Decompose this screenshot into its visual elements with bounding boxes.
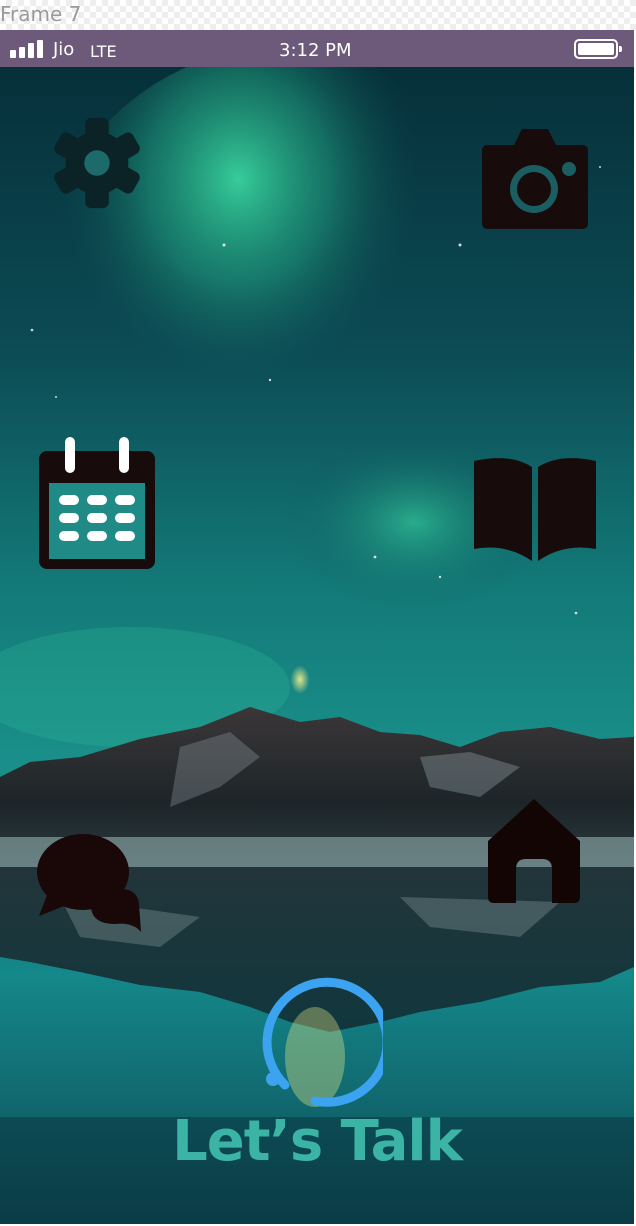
battery-icon [574, 39, 622, 59]
voice-assistant-button[interactable] [247, 973, 383, 1109]
carrier-name: Jio [53, 39, 75, 60]
camera-icon [482, 129, 588, 229]
open-book-icon [474, 458, 596, 561]
status-time: 3:12 PM [279, 40, 352, 61]
network-type: LTE [90, 42, 117, 61]
signal-strength-icon [10, 40, 46, 58]
settings-button[interactable] [48, 114, 146, 212]
frame-label: Frame 7 [0, 2, 82, 26]
camera-button[interactable] [480, 127, 590, 231]
loading-ring-icon [262, 977, 383, 1107]
home-icon [488, 799, 580, 903]
book-button[interactable] [470, 453, 600, 565]
calendar-button[interactable] [37, 437, 157, 571]
chat-bubbles-icon [37, 834, 141, 932]
canvas-background [0, 0, 636, 30]
home-button[interactable] [484, 797, 584, 907]
status-bar: Jio LTE 3:12 PM [0, 30, 634, 67]
lets-talk-label[interactable]: Let’s Talk [0, 1109, 634, 1174]
gear-icon [54, 117, 140, 209]
phone-screen: Jio LTE 3:12 PM Let’s Talk [0, 30, 634, 1224]
chat-button[interactable] [35, 832, 145, 938]
calendar-icon [39, 437, 155, 569]
wallpaper: Let’s Talk [0, 47, 634, 1224]
